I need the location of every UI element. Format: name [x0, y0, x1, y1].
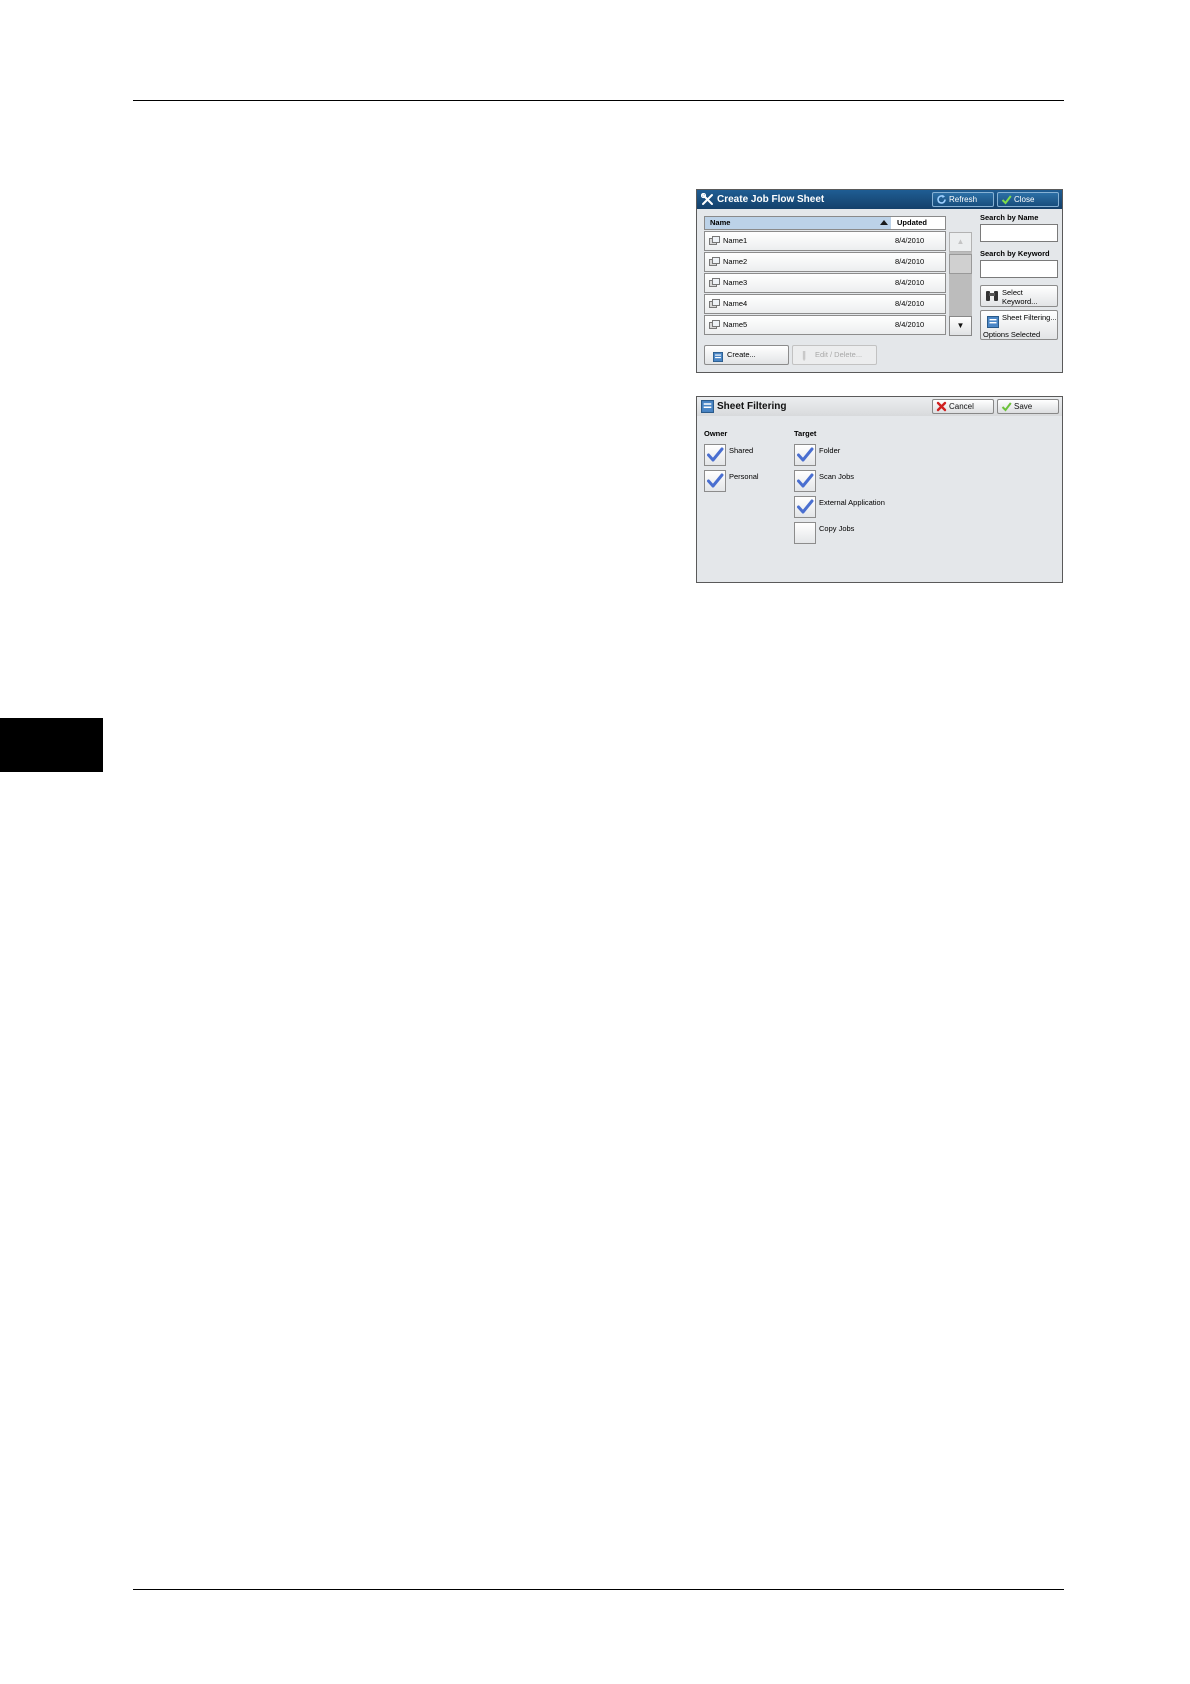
sheet-filtering-panel: Sheet Filtering Cancel Save Owner Target… [696, 396, 1063, 583]
tools-icon [701, 193, 713, 205]
sheet-filtering-button[interactable]: Sheet Filtering... Options Selected [980, 310, 1058, 340]
job-flow-sheet-icon [709, 257, 720, 266]
create-label: Create... [727, 350, 756, 359]
binoculars-icon [986, 291, 998, 301]
sheet-filtering-label: Sheet Filtering... [1002, 313, 1057, 322]
job-flow-sheet-icon [709, 320, 720, 329]
target-scan-jobs-label: Scan Jobs [819, 472, 855, 481]
owner-personal-label: Personal [729, 472, 759, 481]
select-keyword-button[interactable]: Select Keyword... [980, 285, 1058, 307]
search-by-keyword-input[interactable] [980, 260, 1058, 278]
search-by-name-label: Search by Name [980, 213, 1039, 222]
edit-delete-button[interactable]: Edit / Delete... [792, 345, 877, 365]
create-button[interactable]: Create... [704, 345, 789, 365]
job-flow-sheet-icon [709, 299, 720, 308]
list-header: Name Updated [704, 216, 946, 230]
job-flow-rows: Name1 8/4/2010 Name2 8/4/2010 Name3 8/4/… [704, 231, 946, 335]
checkmark-icon [707, 447, 724, 462]
column-header-name[interactable]: Name [705, 217, 891, 229]
filter-sheet-icon [987, 316, 999, 328]
save-button[interactable]: Save [997, 399, 1059, 414]
checkmark-icon [797, 473, 814, 488]
target-scan-jobs-checkbox[interactable] [794, 470, 816, 492]
sort-ascending-icon [880, 220, 888, 225]
refresh-icon [937, 194, 946, 204]
list-item[interactable]: Name4 8/4/2010 [704, 294, 946, 314]
target-copy-jobs-checkbox[interactable] [794, 522, 816, 544]
target-external-application-label: External Application [819, 498, 885, 507]
list-item[interactable]: Name1 8/4/2010 [704, 231, 946, 251]
target-folder-label: Folder [819, 446, 841, 455]
cancel-button[interactable]: Cancel [932, 399, 994, 414]
edit-icon [802, 351, 806, 361]
list-item[interactable]: Name2 8/4/2010 [704, 252, 946, 272]
sheet-filtering-status: Options Selected [983, 330, 1041, 339]
search-by-name-input[interactable] [980, 224, 1058, 242]
job-flow-sheet-icon [709, 278, 720, 287]
checkmark-icon [797, 499, 814, 514]
panel-title: Create Job Flow Sheet [717, 194, 825, 205]
checkmark-icon [707, 473, 724, 488]
owner-label: Owner [704, 429, 728, 438]
scroll-down-button[interactable]: ▼ [949, 316, 972, 336]
list-scrollbar[interactable]: ▲ ▼ [949, 232, 972, 336]
target-label: Target [794, 429, 817, 438]
filter-sheet-icon [701, 400, 714, 413]
create-job-flow-sheet-titlebar: Create Job Flow Sheet Refresh Close [697, 190, 1062, 209]
job-flow-sheet-icon [709, 236, 720, 245]
panel-title: Sheet Filtering [717, 401, 787, 412]
header-rule [133, 100, 1064, 101]
target-external-application-checkbox[interactable] [794, 496, 816, 518]
cancel-x-icon [936, 401, 947, 412]
select-keyword-line2: Keyword... [1002, 297, 1038, 306]
owner-shared-checkbox[interactable] [704, 444, 726, 466]
list-item[interactable]: Name5 8/4/2010 [704, 315, 946, 335]
target-copy-jobs-label: Copy Jobs [819, 524, 855, 533]
checkmark-icon [1001, 195, 1012, 205]
job-flow-list: Name Updated Name1 8/4/2010 Name2 8/4/20… [704, 216, 972, 336]
owner-personal-checkbox[interactable] [704, 470, 726, 492]
edit-delete-label: Edit / Delete... [815, 350, 863, 359]
owner-shared-label: Shared [729, 446, 754, 455]
refresh-button[interactable]: Refresh [932, 192, 994, 207]
create-job-flow-sheet-panel: Create Job Flow Sheet Refresh Close Name… [696, 189, 1063, 373]
search-by-keyword-label: Search by Keyword [980, 249, 1050, 258]
sheet-filtering-titlebar: Sheet Filtering Cancel Save [697, 397, 1062, 416]
footer-rule [133, 1589, 1064, 1590]
new-sheet-icon [713, 352, 723, 362]
checkmark-icon [1001, 402, 1012, 412]
scroll-thumb[interactable] [949, 254, 972, 274]
close-button[interactable]: Close [997, 192, 1059, 207]
target-folder-checkbox[interactable] [794, 444, 816, 466]
checkmark-icon [797, 447, 814, 462]
list-item[interactable]: Name3 8/4/2010 [704, 273, 946, 293]
select-keyword-line1: Select [1002, 288, 1023, 297]
chapter-tab [0, 718, 103, 772]
column-header-updated[interactable]: Updated [893, 217, 953, 229]
scroll-up-button[interactable]: ▲ [949, 232, 972, 252]
